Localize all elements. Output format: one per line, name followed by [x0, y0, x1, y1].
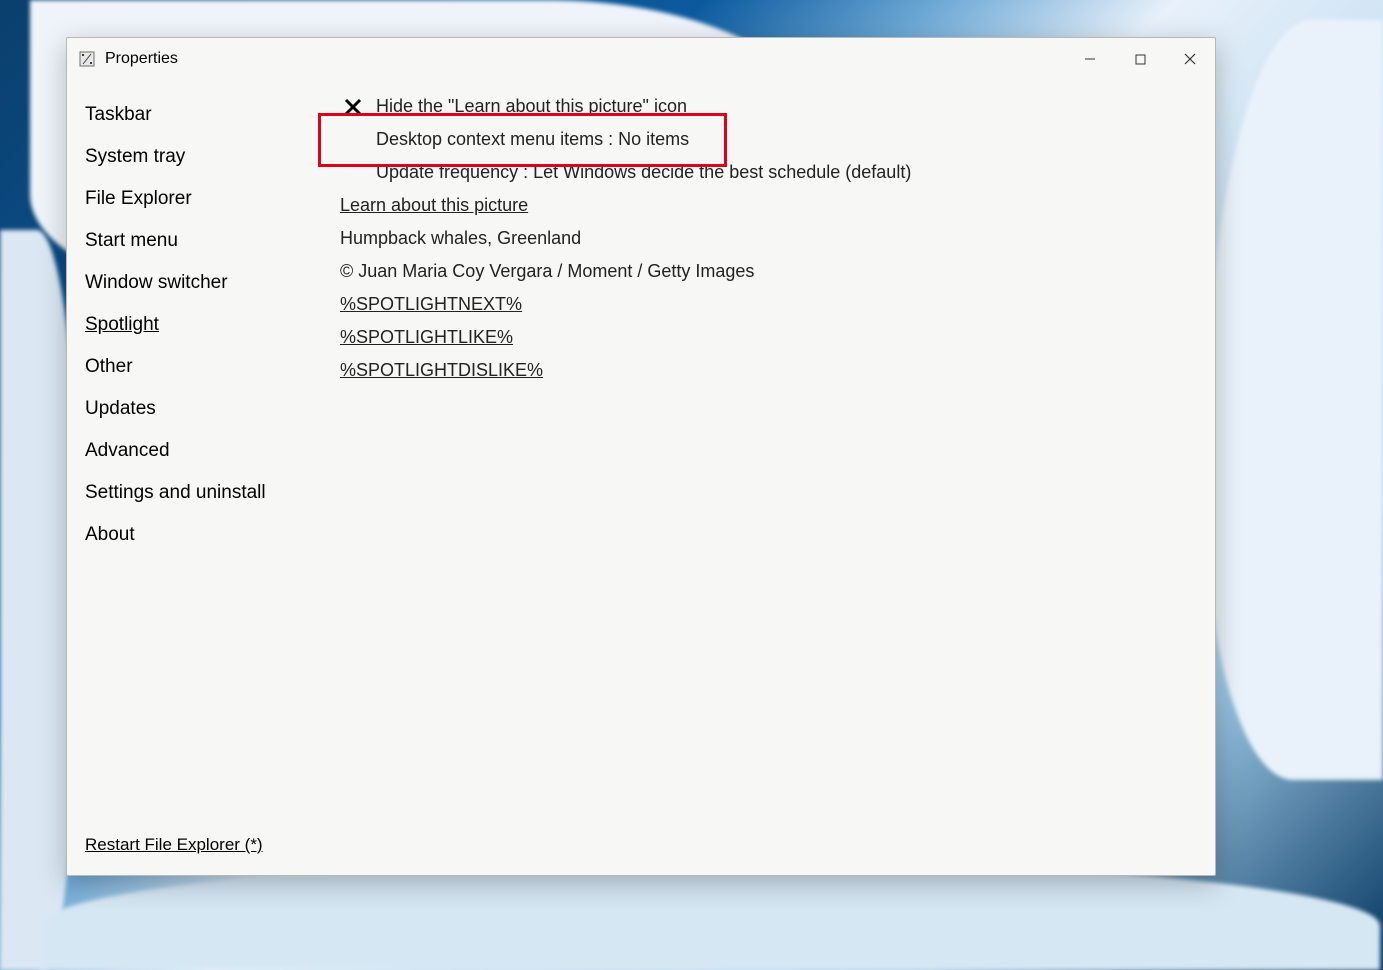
- option-label: Hide the "Learn about this picture" icon: [376, 96, 687, 117]
- sidebar-item-about[interactable]: About: [85, 514, 336, 556]
- sidebar: Taskbar System tray File Explorer Start …: [67, 80, 336, 875]
- minimize-button[interactable]: [1065, 38, 1115, 80]
- sidebar-item-start-menu[interactable]: Start menu: [85, 220, 336, 262]
- properties-window: Properties Taskbar System tray File Expl…: [66, 37, 1216, 876]
- spotlight-like-link[interactable]: %SPOTLIGHTLIKE%: [340, 327, 513, 347]
- app-icon: [79, 51, 95, 67]
- maximize-button[interactable]: [1115, 38, 1165, 80]
- sidebar-item-system-tray[interactable]: System tray: [85, 136, 336, 178]
- background-blob: [1203, 20, 1383, 780]
- option-update-frequency[interactable]: Update frequency : Let Windows decide th…: [340, 156, 1197, 189]
- sidebar-item-other[interactable]: Other: [85, 346, 336, 388]
- sidebar-item-advanced[interactable]: Advanced: [85, 430, 336, 472]
- window-title: Properties: [105, 50, 178, 68]
- sidebar-item-file-explorer[interactable]: File Explorer: [85, 178, 336, 220]
- option-hide-learn-icon[interactable]: Hide the "Learn about this picture" icon: [340, 90, 1197, 123]
- sidebar-item-updates[interactable]: Updates: [85, 388, 336, 430]
- x-mark-icon: [340, 98, 366, 116]
- option-desktop-context-menu[interactable]: Desktop context menu items : No items: [340, 123, 1197, 156]
- window-controls: [1065, 38, 1215, 80]
- background-blob: [40, 860, 1380, 970]
- titlebar[interactable]: Properties: [67, 38, 1215, 80]
- spotlight-dislike-link[interactable]: %SPOTLIGHTDISLIKE%: [340, 360, 543, 380]
- sidebar-item-taskbar[interactable]: Taskbar: [85, 94, 336, 136]
- restart-file-explorer-link[interactable]: Restart File Explorer (*): [85, 835, 263, 855]
- content-panel: Hide the "Learn about this picture" icon…: [336, 80, 1215, 875]
- sidebar-item-spotlight[interactable]: Spotlight: [85, 304, 336, 346]
- picture-caption: Humpback whales, Greenland: [340, 222, 1197, 255]
- picture-copyright: © Juan Maria Coy Vergara / Moment / Gett…: [340, 255, 1197, 288]
- desktop-background: Properties Taskbar System tray File Expl…: [0, 0, 1383, 970]
- sidebar-item-window-switcher[interactable]: Window switcher: [85, 262, 336, 304]
- close-button[interactable]: [1165, 38, 1215, 80]
- sidebar-item-settings-uninstall[interactable]: Settings and uninstall: [85, 472, 336, 514]
- learn-about-picture-link[interactable]: Learn about this picture: [340, 195, 528, 215]
- spotlight-next-link[interactable]: %SPOTLIGHTNEXT%: [340, 294, 522, 314]
